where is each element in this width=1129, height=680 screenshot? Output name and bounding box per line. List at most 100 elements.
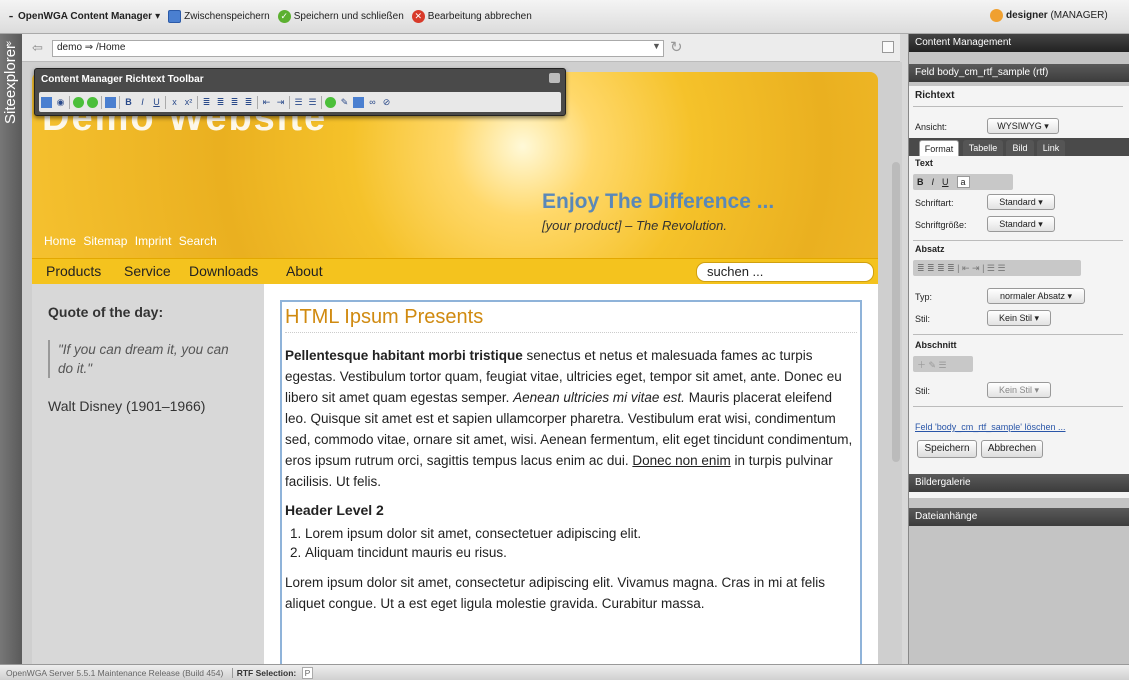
- save-draft-button[interactable]: Zwischenspeichern: [168, 10, 270, 23]
- tab-table[interactable]: Tabelle: [963, 140, 1003, 156]
- bold-icon[interactable]: B: [123, 97, 134, 108]
- content-link[interactable]: Donec non enim: [632, 453, 730, 468]
- type-select[interactable]: normaler Absatz ▾: [987, 288, 1085, 304]
- content-heading: HTML Ipsum Presents: [285, 306, 857, 333]
- scrollbar[interactable]: [892, 162, 900, 462]
- bullet-list-icon[interactable]: ☰: [293, 97, 304, 108]
- paragraph-1: Pellentesque habitant morbi tristique se…: [285, 348, 853, 489]
- tagline: [your product] – The Revolution.: [542, 218, 727, 233]
- user-menu[interactable]: designer (MANAGER): [990, 9, 1108, 22]
- save-icon[interactable]: [41, 96, 52, 108]
- link-home[interactable]: Home: [44, 234, 76, 248]
- nav-downloads[interactable]: Downloads: [189, 263, 258, 279]
- separator: [257, 95, 258, 109]
- dropdown-icon[interactable]: ▼: [652, 41, 661, 51]
- superscript-icon[interactable]: x²: [183, 97, 194, 108]
- attachments-header[interactable]: Dateianhänge: [909, 508, 1129, 526]
- numbered-list-icon[interactable]: ☰: [307, 97, 318, 108]
- rtf-toolbar-title: Content Manager Richtext Toolbar: [41, 74, 204, 85]
- align-center-icon[interactable]: ≣: [215, 97, 226, 108]
- separator: [289, 95, 290, 109]
- nav-products[interactable]: Products: [46, 263, 101, 279]
- quote-title: Quote of the day:: [48, 304, 164, 320]
- ordered-list: Lorem ipsum dolor sit amet, consectetuer…: [305, 524, 857, 562]
- indent-icon[interactable]: ⇥: [275, 97, 286, 108]
- field-header: Feld body_cm_rtf_sample (rtf): [909, 64, 1129, 82]
- separator: [101, 95, 102, 109]
- back-icon[interactable]: ⇦: [32, 40, 43, 56]
- siteexplorer-strip[interactable]: » Siteexplorer: [0, 34, 22, 664]
- text-format-row: BIUa: [913, 174, 1013, 190]
- save-close-button[interactable]: ✓ Speichern und schließen: [277, 10, 404, 23]
- view-select[interactable]: WYSIWYG ▾: [987, 118, 1059, 134]
- italic-icon[interactable]: I: [137, 97, 148, 108]
- bold-icon[interactable]: B: [917, 177, 924, 187]
- section-row: ＋ ✎ ☰: [913, 356, 973, 372]
- unlink-icon[interactable]: ⊘: [381, 97, 392, 108]
- site-search-input[interactable]: suchen ...: [696, 262, 874, 282]
- cancel-button[interactable]: Abbrechen: [981, 440, 1043, 458]
- tab-image[interactable]: Bild: [1006, 140, 1034, 156]
- underline-icon[interactable]: U: [151, 97, 162, 108]
- undo-icon[interactable]: [73, 96, 84, 108]
- tab-format[interactable]: Format: [919, 140, 959, 156]
- divider: [913, 106, 1123, 107]
- address-bar: ⇦ demo ⇒ /Home ▼ ↻: [22, 34, 900, 62]
- image-icon[interactable]: [105, 96, 116, 108]
- italic-icon[interactable]: I: [932, 177, 935, 187]
- user-icon: [990, 9, 1003, 22]
- tab-link[interactable]: Link: [1037, 140, 1065, 156]
- cancel-icon: ✕: [411, 10, 425, 23]
- align-left-icon[interactable]: ≣: [201, 97, 212, 108]
- color-icon[interactable]: a: [956, 176, 970, 188]
- rtf-editor[interactable]: HTML Ipsum Presents Pellentesque habitan…: [280, 300, 862, 664]
- outdent-icon[interactable]: ⇤: [261, 97, 272, 108]
- style2-select[interactable]: Kein Stil ▾: [987, 382, 1051, 398]
- type-label: Typ:: [915, 292, 933, 302]
- disk-icon: [168, 10, 182, 23]
- paragraph-align-row: ≣ ≣ ≣ ≣ | ⇤ ⇥ | ☰ ☰: [913, 260, 1081, 276]
- url-field[interactable]: demo ⇒ /Home: [52, 40, 664, 57]
- divider: [913, 406, 1123, 407]
- nav-about[interactable]: About: [286, 263, 323, 279]
- view-icon[interactable]: ◉: [55, 97, 66, 108]
- link-imprint[interactable]: Imprint: [135, 234, 172, 248]
- minimize-icon[interactable]: [549, 73, 560, 83]
- chevron-down-icon: ▾: [155, 11, 161, 22]
- link-icon[interactable]: ∞: [367, 97, 378, 108]
- separator: [321, 95, 322, 109]
- style-label: Stil:: [915, 314, 931, 324]
- size-select[interactable]: Standard ▾: [987, 216, 1055, 232]
- refresh-icon[interactable]: ↻: [670, 38, 683, 56]
- delete-field-link[interactable]: Feld 'body_cm_rtf_sample' löschen ...: [915, 422, 1066, 432]
- align-justify-icon[interactable]: ≣: [243, 97, 254, 108]
- quote-text: "If you can dream it, you can do it.": [48, 340, 238, 378]
- style-select[interactable]: Kein Stil ▾: [987, 310, 1051, 326]
- paste-icon[interactable]: ✎: [339, 97, 350, 108]
- panel-body: Richtext Ansicht: WYSIWYG ▾ Format Tabel…: [909, 86, 1129, 498]
- font-select[interactable]: Standard ▾: [987, 194, 1055, 210]
- insert-icon[interactable]: [353, 96, 364, 108]
- cancel-edit-button[interactable]: ✕ Bearbeitung abbrechen: [411, 10, 532, 23]
- nav-service[interactable]: Service: [124, 263, 171, 279]
- app-menu[interactable]: ⁃ OpenWGA Content Manager ▾: [8, 10, 160, 24]
- site-preview: Demo Website Enjoy The Difference ... [y…: [22, 62, 902, 664]
- redo-icon[interactable]: [87, 96, 98, 108]
- check-icon: ✓: [277, 10, 291, 23]
- slogan: Enjoy The Difference ...: [542, 190, 775, 213]
- list-item: Aliquam tincidunt mauris eu risus.: [305, 543, 857, 562]
- link-sitemap[interactable]: Sitemap: [83, 234, 127, 248]
- save-button[interactable]: Speichern: [917, 440, 977, 458]
- list-item: Lorem ipsum dolor sit amet, consectetuer…: [305, 524, 857, 543]
- align-right-icon[interactable]: ≣: [229, 97, 240, 108]
- rtf-toolbar: Content Manager Richtext Toolbar ◉ B I U…: [34, 68, 566, 116]
- window-icon[interactable]: [882, 41, 894, 53]
- panel-header: Content Management: [909, 34, 1129, 52]
- table-icon[interactable]: [325, 96, 336, 108]
- gallery-header[interactable]: Bildergalerie: [909, 474, 1129, 492]
- paragraph-2: Lorem ipsum dolor sit amet, consectetur …: [285, 575, 825, 611]
- text-section-label: Text: [915, 158, 933, 168]
- subscript-icon[interactable]: x: [169, 97, 180, 108]
- link-search[interactable]: Search: [179, 234, 217, 248]
- underline-icon[interactable]: U: [942, 177, 949, 187]
